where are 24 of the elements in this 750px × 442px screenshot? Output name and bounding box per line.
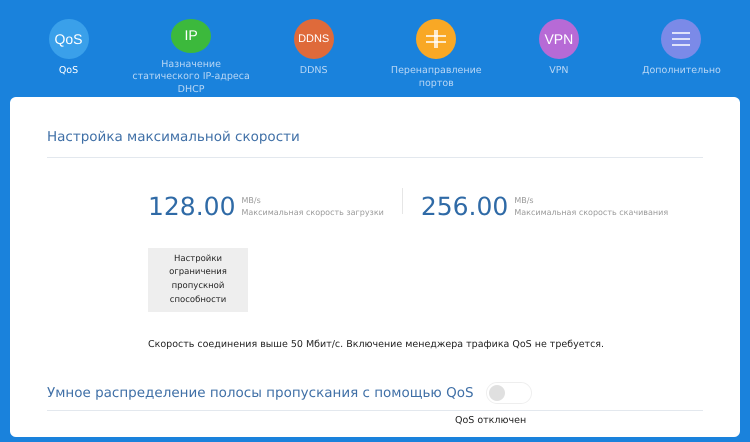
nav-tab[interactable]: Перенаправление портов bbox=[376, 65, 497, 91]
nav-tab[interactable]: Дополнительно bbox=[642, 65, 721, 78]
bandwidth-settings-button[interactable]: Настройки ограничения пропускной способности bbox=[148, 248, 248, 312]
nav-icon[interactable]: IP bbox=[171, 19, 212, 53]
nav-icon[interactable]: VPN bbox=[538, 19, 579, 59]
nav-tab[interactable]: DDNS bbox=[300, 65, 328, 78]
speed-label: Максимальная скорость скачивания bbox=[514, 207, 668, 219]
section-title: Умное распределение полосы пропускания с помощью QoS bbox=[47, 384, 474, 404]
status-text: QoS отключен bbox=[455, 414, 528, 428]
unit-label: MB/s bbox=[514, 195, 535, 207]
nav-tab[interactable]: VPN bbox=[549, 65, 569, 78]
speed-value: 256.00 bbox=[420, 191, 508, 224]
nav-icon[interactable]: DDNS bbox=[294, 19, 334, 59]
nav-tab[interactable]: Назначение статического IP-адреса DHCP bbox=[131, 58, 252, 97]
info-text: Скорость соединения выше 50 Мбит/с. Включение менеджера трафика QoS не требуется. bbox=[148, 338, 606, 352]
speed-label: Максимальная скорость загрузки bbox=[241, 207, 384, 219]
nav-tab[interactable]: QoS bbox=[58, 65, 78, 78]
toggle-switch[interactable] bbox=[486, 382, 532, 404]
menu-icon[interactable] bbox=[661, 19, 702, 59]
port-forward-icon[interactable] bbox=[416, 19, 456, 59]
section-title: Настройка максимальной скорости bbox=[47, 128, 301, 147]
speed-value: 128.00 bbox=[148, 191, 236, 224]
unit-label: MB/s bbox=[241, 195, 262, 207]
nav-icon[interactable]: QoS bbox=[48, 19, 88, 59]
